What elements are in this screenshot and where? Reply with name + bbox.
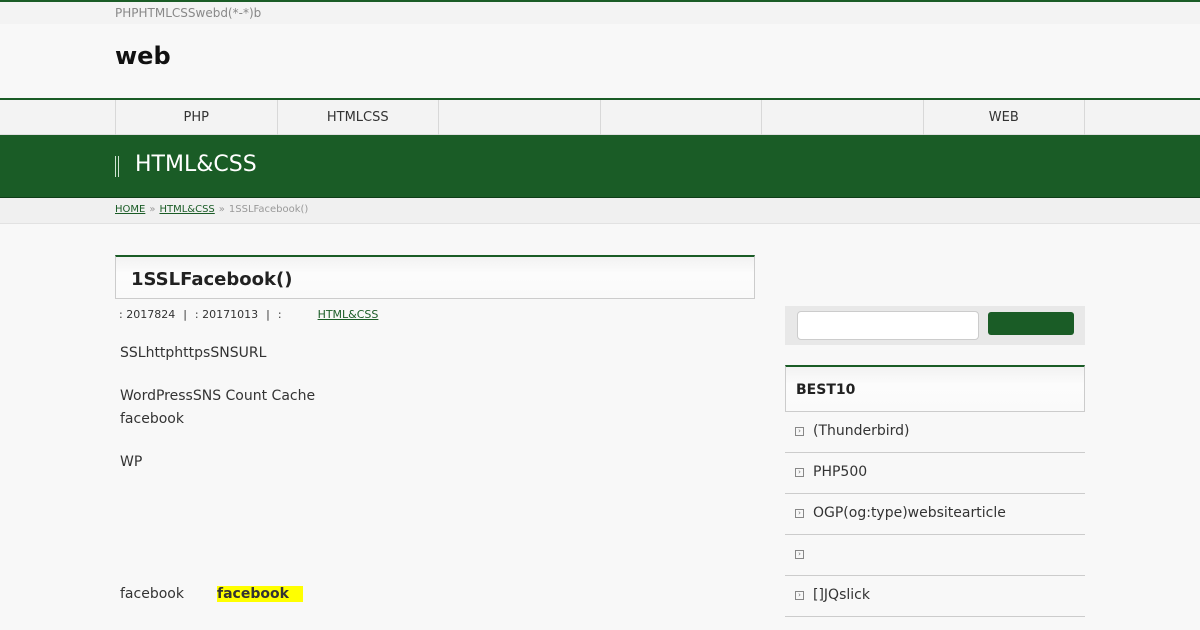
breadcrumb-current: 1SSLFacebook(): [228, 204, 309, 215]
facebook-highlight: facebook: [217, 586, 303, 602]
body-line: WordPressSNS Count Cache: [120, 388, 316, 404]
widget-title-box: BEST10: [785, 365, 1085, 412]
ranking-item[interactable]: › OGP(og:type)websitearticle: [785, 494, 1085, 535]
nav-item-php[interactable]: PHP: [116, 100, 278, 135]
top-bar: PHPHTMLCSSwebd(*-*)b: [0, 0, 1200, 24]
site-tagline: PHPHTMLCSSwebd(*-*)b: [115, 6, 262, 20]
category-banner: HTML&CSS: [0, 135, 1200, 198]
nav-item-3[interactable]: [439, 100, 601, 135]
arrow-box-icon: ›: [795, 550, 804, 559]
body-paragraph: WP: [120, 454, 143, 470]
ranking-item-label[interactable]: []JQslick: [813, 587, 870, 603]
category-title: HTML&CSS: [135, 152, 257, 177]
site-header: web: [0, 24, 1200, 100]
meta-separator: |: [266, 308, 270, 321]
facebook-row: facebook facebook: [120, 586, 303, 602]
widget-title: BEST10: [796, 382, 856, 398]
ranking-item-label[interactable]: OGP(og:type)websitearticle: [813, 505, 1006, 521]
ranking-item[interactable]: ›: [785, 535, 1085, 576]
search-button[interactable]: [988, 312, 1074, 335]
breadcrumb-separator: »: [149, 204, 156, 215]
arrow-box-icon: ›: [795, 509, 804, 518]
breadcrumb-home-link[interactable]: HOME: [115, 204, 145, 215]
updated-date: : 20171013: [194, 308, 259, 321]
ranking-item-label[interactable]: (Thunderbird): [813, 423, 910, 439]
search-widget: [785, 306, 1085, 345]
ranking-item-label[interactable]: PHP500: [813, 464, 867, 480]
body-line: facebook: [120, 411, 184, 427]
breadcrumb-category-link[interactable]: HTML&CSS: [159, 204, 214, 215]
arrow-box-icon: ›: [795, 591, 804, 600]
category-bar-icon: [115, 156, 119, 177]
body-paragraph: WordPressSNS Count Cache facebook: [120, 385, 315, 431]
post-title-box: 1SSLFacebook(): [115, 255, 755, 299]
meta-separator: |: [183, 308, 187, 321]
body-paragraph: SSLhttphttpsSNSURL: [120, 345, 267, 361]
breadcrumb-separator: »: [218, 204, 225, 215]
best10-widget: BEST10 › (Thunderbird) › PHP500 › OGP(og…: [785, 365, 1085, 617]
post-title: 1SSLFacebook(): [131, 269, 293, 290]
breadcrumb-bar: HOME» HTML&CSS» 1SSLFacebook(): [0, 198, 1200, 224]
arrow-box-icon: ›: [795, 427, 804, 436]
nav-item-5[interactable]: [762, 100, 924, 135]
ranking-item[interactable]: › []JQslick: [785, 576, 1085, 617]
post-meta: : 2017824 | : 20171013 |: HTML&CSS: [119, 308, 378, 321]
breadcrumb: HOME» HTML&CSS» 1SSLFacebook(): [115, 204, 308, 215]
ranking-item[interactable]: › (Thunderbird): [785, 412, 1085, 453]
global-nav: PHP HTMLCSS WEB: [0, 100, 1200, 135]
facebook-label: facebook: [120, 586, 184, 602]
site-title[interactable]: web: [115, 42, 171, 70]
post-body: SSLhttphttpsSNSURL WordPressSNS Count Ca…: [120, 342, 315, 494]
category-label: :: [277, 308, 282, 321]
nav-item-4[interactable]: [601, 100, 762, 135]
nav-item-web[interactable]: WEB: [924, 100, 1085, 135]
arrow-box-icon: ›: [795, 468, 804, 477]
post-category-link[interactable]: HTML&CSS: [318, 308, 379, 321]
nav-item-htmlcss[interactable]: HTMLCSS: [278, 100, 439, 135]
published-date: : 2017824: [119, 308, 176, 321]
search-input[interactable]: [797, 311, 979, 340]
ranking-item[interactable]: › PHP500: [785, 453, 1085, 494]
